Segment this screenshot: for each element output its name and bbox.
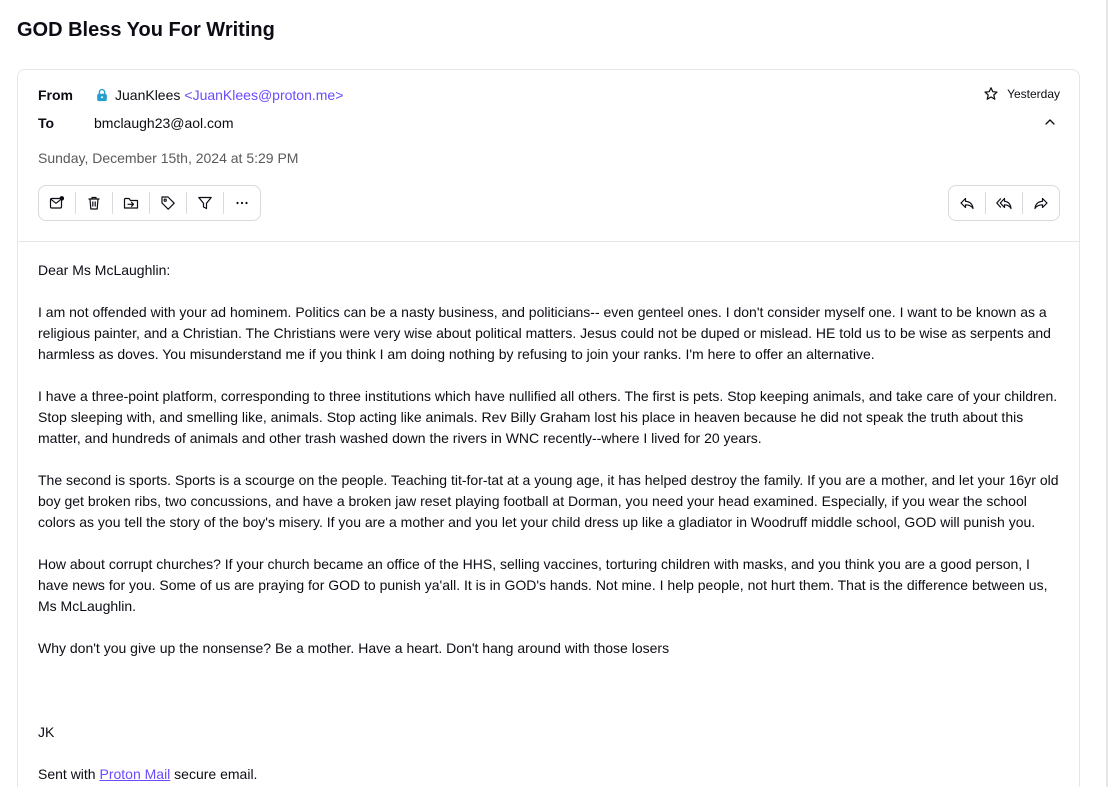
from-label: From xyxy=(38,87,73,103)
sent-prefix: Sent with xyxy=(38,766,100,782)
signature: JK xyxy=(38,724,55,740)
sender-name[interactable]: JuanKlees xyxy=(115,87,180,103)
more-options-button[interactable] xyxy=(224,192,260,214)
chevron-up-icon[interactable] xyxy=(1043,115,1057,129)
sender-email[interactable]: <JuanKlees@proton.me> xyxy=(184,87,343,103)
email-body: Dear Ms McLaughlin: I am not offended wi… xyxy=(38,260,1063,787)
reply-all-button[interactable] xyxy=(986,192,1023,214)
paragraph-4: How about corrupt churches? If your chur… xyxy=(38,556,1048,614)
to-label: To xyxy=(38,115,55,131)
reply-button[interactable] xyxy=(949,192,986,214)
trash-icon xyxy=(88,196,100,210)
email-view: GOD Bless You For Writing From JuanKlees… xyxy=(0,0,1108,787)
from-row: From JuanKlees <JuanKlees@proton.me> xyxy=(38,87,343,103)
filter-button[interactable] xyxy=(187,192,224,214)
star-time-area: Yesterday xyxy=(983,86,1060,102)
forward-button[interactable] xyxy=(1023,192,1059,214)
reply-actions-toolbar xyxy=(948,185,1060,221)
paragraph-3: The second is sports. Sports is a scourg… xyxy=(38,472,1059,530)
greeting: Dear Ms McLaughlin: xyxy=(38,262,171,278)
sent-suffix: secure email. xyxy=(170,766,258,782)
time-ago: Yesterday xyxy=(1007,87,1060,101)
label-button[interactable] xyxy=(150,192,187,214)
star-icon[interactable] xyxy=(983,86,999,102)
email-subject: GOD Bless You For Writing xyxy=(17,19,275,41)
recipient-email[interactable]: bmclaugh23@aol.com xyxy=(94,115,234,131)
filter-icon xyxy=(198,196,212,210)
paragraph-5: Why don't you give up the nonsense? Be a… xyxy=(38,640,670,656)
sent-with-line: Sent with Proton Mail secure email. xyxy=(38,764,1063,785)
trash-button[interactable] xyxy=(76,192,113,214)
proton-mail-link[interactable]: Proton Mail xyxy=(99,766,170,782)
move-to-folder-button[interactable] xyxy=(113,192,150,214)
sent-date: Sunday, December 15th, 2024 at 5:29 PM xyxy=(38,150,299,166)
to-row: To bmclaugh23@aol.com xyxy=(38,115,234,131)
header-divider xyxy=(18,241,1079,242)
mark-unread-icon xyxy=(49,196,65,209)
message-card: From JuanKlees <JuanKlees@proton.me> To … xyxy=(17,69,1080,787)
lock-icon xyxy=(94,87,110,103)
forward-icon xyxy=(1034,197,1048,210)
label-tag-icon xyxy=(161,196,175,210)
paragraph-2: I have a three-point platform, correspon… xyxy=(38,388,1058,446)
mark-unread-button[interactable] xyxy=(39,192,76,214)
move-to-folder-icon xyxy=(123,197,139,209)
reply-all-icon xyxy=(996,197,1012,210)
more-options-icon xyxy=(236,201,248,205)
message-actions-toolbar xyxy=(38,185,261,221)
reply-icon xyxy=(960,197,974,210)
paragraph-1: I am not offended with your ad hominem. … xyxy=(38,304,1051,362)
